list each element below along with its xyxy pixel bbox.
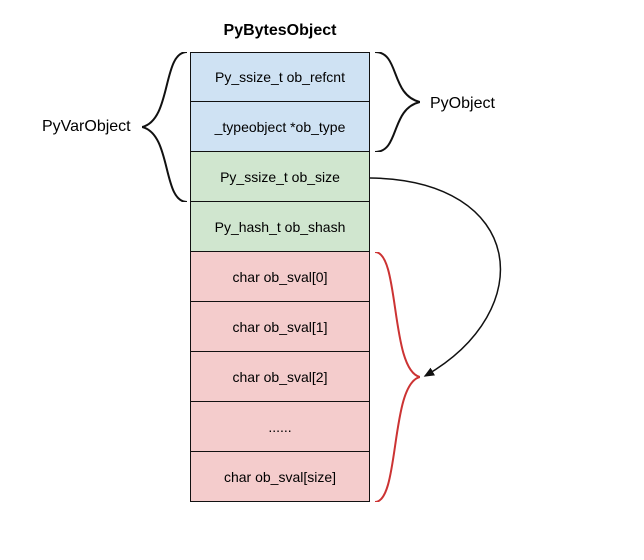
brace-pyvarobject-icon <box>142 52 187 202</box>
field-ob-size: Py_ssize_t ob_size <box>190 152 370 202</box>
field-ob-sval-2: char ob_sval[2] <box>190 352 370 402</box>
brace-pyobject-icon <box>375 52 420 152</box>
diagram-canvas: { "title": "PyBytesObject", "groups": { … <box>0 0 644 560</box>
field-ob-sval-1: char ob_sval[1] <box>190 302 370 352</box>
field-ob-sval-0: char ob_sval[0] <box>190 252 370 302</box>
field-ob-sval-ellipsis: ...... <box>190 402 370 452</box>
pyvarobject-label: PyVarObject <box>42 118 131 136</box>
brace-obsval-icon <box>375 252 420 502</box>
struct-stack: Py_ssize_t ob_refcnt _typeobject *ob_typ… <box>190 52 370 502</box>
field-ob-shash: Py_hash_t ob_shash <box>190 202 370 252</box>
field-ob-type: _typeobject *ob_type <box>190 102 370 152</box>
diagram-title: PyBytesObject <box>190 22 370 40</box>
field-ob-refcnt: Py_ssize_t ob_refcnt <box>190 52 370 102</box>
pyobject-label: PyObject <box>430 95 495 113</box>
field-ob-sval-size: char ob_sval[size] <box>190 452 370 502</box>
